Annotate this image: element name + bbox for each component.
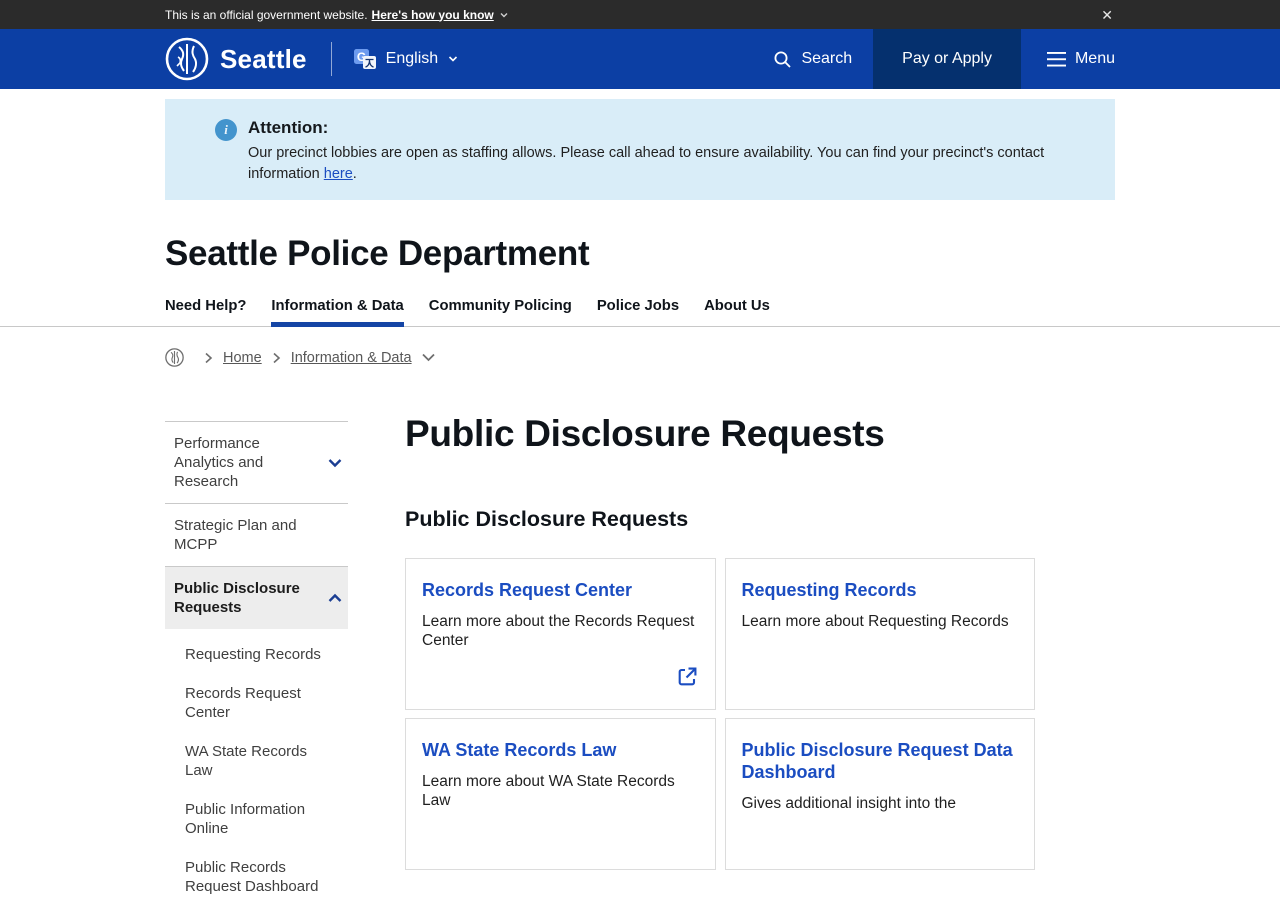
alert-body: Our precinct lobbies are open as staffin… (248, 143, 1055, 185)
external-link-icon (676, 665, 699, 688)
primary-nav: Need Help? Information & Data Community … (0, 298, 1280, 327)
attention-banner: i Attention: Our precinct lobbies are op… (165, 99, 1115, 200)
card-requesting-records[interactable]: Requesting Records Learn more about Requ… (724, 558, 1035, 710)
sidebar-item-label: Strategic Plan and MCPP (174, 517, 297, 553)
menu-button[interactable]: Menu (1021, 29, 1115, 89)
chevron-down-icon (449, 56, 458, 62)
sidebar-subitem-records-request-center[interactable]: Records Request Center (165, 674, 348, 732)
banner-close-icon[interactable]: ✕ (1099, 8, 1115, 22)
sidebar-subitem-wa-state-records-law[interactable]: WA State Records Law (165, 732, 348, 790)
brand-name: Seattle (220, 43, 307, 74)
search-icon (774, 51, 792, 68)
tab-about-us[interactable]: About Us (704, 298, 770, 326)
search-button[interactable]: Search (752, 29, 873, 89)
alert-title: Attention: (248, 118, 329, 137)
main-heading: Public Disclosure Requests (405, 413, 885, 454)
language-selector[interactable]: G English (353, 29, 459, 89)
translate-icon: G (353, 49, 376, 69)
alert-text: Our precinct lobbies are open as staffin… (248, 145, 1045, 182)
alert-text-end: . (352, 166, 357, 182)
chevron-right-icon (272, 352, 281, 364)
card-grid: Records Request Center Learn more about … (405, 558, 1035, 870)
site-header: Seattle G English Search Pay or Apply Me… (0, 29, 1280, 89)
sidebar-item-label: Public Disclosure Requests (174, 580, 300, 616)
chevron-up-icon (328, 593, 342, 603)
card-body: Learn more about Requesting Records (741, 613, 1009, 630)
page-title: Seattle Police Department (165, 234, 590, 273)
seattle-emblem-icon (165, 37, 209, 81)
card-title[interactable]: Requesting Records (742, 579, 1019, 601)
sidebar-item-performance-analytics[interactable]: Performance Analytics and Research (165, 421, 348, 503)
card-body: Learn more about the Records Request Cen… (422, 613, 695, 649)
sidebar: Performance Analytics and Research Strat… (165, 421, 348, 906)
menu-label: Menu (1074, 50, 1115, 67)
sidebar-item-public-disclosure[interactable]: Public Disclosure Requests (165, 566, 348, 629)
chevron-right-icon (204, 352, 213, 364)
card-title[interactable]: Public Disclosure Request Data Dashboard (742, 739, 1019, 783)
how-you-know-link[interactable]: Here's how you know (372, 8, 494, 22)
search-label: Search (801, 50, 853, 67)
breadcrumb-home-link[interactable]: Home (223, 350, 262, 366)
sidebar-subitem-public-information-online[interactable]: Public Information Online (165, 790, 348, 848)
section-heading: Public Disclosure Requests (405, 507, 689, 531)
seattle-logo[interactable]: Seattle (165, 29, 307, 89)
chevron-down-icon[interactable] (421, 352, 436, 363)
sidebar-sublist: Requesting Records Records Request Cente… (165, 629, 348, 906)
card-body: Learn more about WA State Records Law (422, 773, 675, 809)
main-content: Public Disclosure Requests Public Disclo… (405, 413, 1035, 870)
chevron-down-icon (499, 10, 509, 20)
sidebar-item-label: Performance Analytics and Research (174, 435, 264, 490)
tab-information-and-data[interactable]: Information & Data (271, 298, 405, 327)
seattle-home-icon[interactable] (165, 348, 184, 367)
sidebar-item-strategic-plan[interactable]: Strategic Plan and MCPP (165, 503, 348, 566)
card-wa-state-records-law[interactable]: WA State Records Law Learn more about WA… (405, 718, 716, 870)
tab-community-policing[interactable]: Community Policing (429, 298, 572, 326)
card-title[interactable]: Records Request Center (422, 579, 699, 601)
pay-or-apply-button[interactable]: Pay or Apply (873, 29, 1021, 89)
pay-or-apply-label: Pay or Apply (902, 50, 992, 67)
sidebar-subitem-requesting-records[interactable]: Requesting Records (165, 635, 348, 674)
header-divider (330, 42, 332, 76)
info-icon: i (215, 119, 237, 141)
official-government-banner: This is an official government website. … (0, 0, 1280, 29)
sidebar-subitem-public-records-request-dashboard[interactable]: Public Records Request Dashboard (165, 848, 348, 906)
tab-need-help[interactable]: Need Help? (165, 298, 246, 326)
card-public-disclosure-data-dashboard[interactable]: Public Disclosure Request Data Dashboard… (724, 718, 1035, 870)
card-records-request-center[interactable]: Records Request Center Learn more about … (405, 558, 716, 710)
language-label: English (385, 50, 439, 67)
hamburger-icon (1046, 51, 1066, 66)
tab-police-jobs[interactable]: Police Jobs (597, 298, 679, 326)
card-title[interactable]: WA State Records Law (422, 739, 699, 761)
breadcrumb-section-link[interactable]: Information & Data (291, 350, 412, 366)
precinct-contact-link[interactable]: here (324, 166, 353, 182)
card-body: Gives additional insight into the (741, 795, 957, 812)
official-banner-text: This is an official government website. (165, 7, 368, 22)
chevron-down-icon (328, 458, 342, 468)
breadcrumb: Home Information & Data (165, 348, 1115, 367)
